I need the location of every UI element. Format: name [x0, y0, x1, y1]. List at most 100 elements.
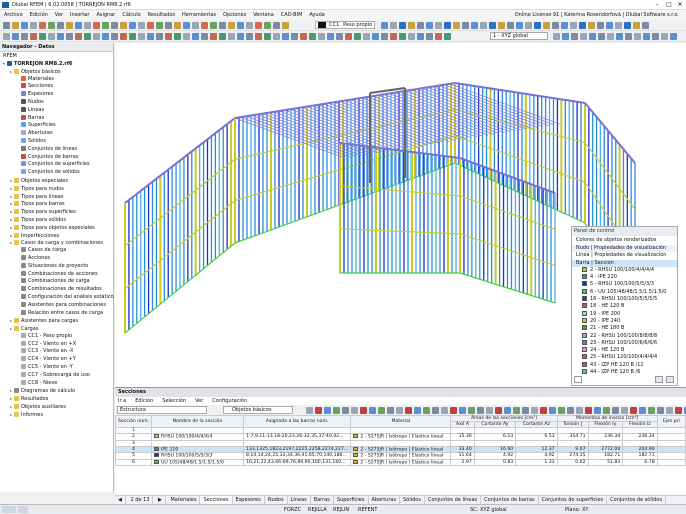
toolbar-button-icon[interactable]	[75, 33, 82, 40]
tree-item[interactable]: Acciones	[0, 254, 114, 263]
toolbar-button-icon[interactable]	[670, 33, 677, 40]
legend-entry[interactable]: 24 - HE 120 B	[572, 347, 677, 354]
toolbar-button-icon[interactable]	[507, 22, 514, 29]
toolbar-button-icon[interactable]	[351, 407, 358, 414]
toolbar-button-icon[interactable]	[588, 22, 595, 29]
toolbar-button-icon[interactable]	[327, 33, 334, 40]
toolbar-button-icon[interactable]	[111, 33, 118, 40]
toolbar-button-icon[interactable]	[504, 407, 511, 414]
tab-item[interactable]: Líneas	[288, 496, 311, 504]
toolbar-button-icon[interactable]	[441, 407, 448, 414]
tree-item[interactable]: Casos de carga	[0, 247, 114, 255]
toolbar-button-icon[interactable]	[306, 407, 313, 414]
minimize-button[interactable]: –	[652, 1, 662, 9]
tree-item[interactable]: ▸ Tipos para líneas	[0, 193, 114, 201]
tree-item[interactable]: Barras	[0, 114, 114, 123]
toolbar-button-icon[interactable]	[192, 33, 199, 40]
legend-entry[interactable]: 2 - RHSU 100/100/4/4/4/4	[572, 266, 677, 274]
toolbar-button-icon[interactable]	[264, 33, 271, 40]
tree-item[interactable]: ▸ Tipos para superficies	[0, 208, 114, 216]
menu-ir-a[interactable]: Ir a	[115, 397, 126, 405]
toolbar-button-icon[interactable]	[165, 33, 172, 40]
menu-ayuda[interactable]: Ayuda	[309, 10, 324, 20]
toolbar-button-icon[interactable]	[589, 33, 596, 40]
tree-item[interactable]: CC5 - Viento en -Y	[0, 364, 114, 372]
toolbar-button-icon[interactable]	[30, 22, 37, 29]
toolbar-button-icon[interactable]	[661, 33, 668, 40]
toolbar-button-icon[interactable]	[579, 22, 586, 29]
legend-entry[interactable]: 20 - IPE 240	[572, 317, 677, 325]
toolbar-button-icon[interactable]	[147, 22, 154, 29]
toolbar-button-icon[interactable]	[657, 407, 664, 414]
structure-filter[interactable]: Estructura	[117, 406, 207, 414]
toolbar-button-icon[interactable]	[273, 33, 280, 40]
toolbar-button-icon[interactable]	[462, 22, 469, 29]
toolbar-button-icon[interactable]	[300, 33, 307, 40]
maximize-button[interactable]: □	[664, 1, 674, 9]
toolbar-button-icon[interactable]	[450, 407, 457, 414]
tree-item[interactable]: Sólidos	[0, 137, 114, 146]
legend-entry[interactable]: 18 - HE 120 B	[572, 303, 677, 310]
toolbar-button-icon[interactable]	[309, 33, 316, 40]
toolbar-button-icon[interactable]	[48, 33, 55, 40]
tree-item[interactable]: Secciones	[0, 83, 114, 91]
tree-item[interactable]: ▸ Diagramas de cálculo	[0, 387, 114, 395]
menu-ver[interactable]: Ver	[55, 10, 63, 20]
tree-item[interactable]: CC7 - Sobrecarga de uso	[0, 371, 114, 380]
toolbar-button-icon[interactable]	[477, 407, 484, 414]
toolbar-button-icon[interactable]	[66, 22, 73, 29]
toolbar-button-icon[interactable]	[210, 33, 217, 40]
toolbar-button-icon[interactable]	[387, 407, 394, 414]
cell-iz[interactable]: 6.78	[622, 458, 658, 466]
tab-item[interactable]: Conjuntos de barras	[481, 496, 539, 504]
toolbar-button-icon[interactable]	[336, 33, 343, 40]
toolbar-button-icon[interactable]	[255, 22, 262, 29]
display-option-member[interactable]: Barra | Sección	[572, 259, 677, 267]
toolbar-button-icon[interactable]	[459, 407, 466, 414]
menu-insertar[interactable]: Insertar	[70, 10, 89, 20]
toolbar-button-icon[interactable]	[39, 22, 46, 29]
tree-item[interactable]: CC3 - Viento en -X	[0, 348, 114, 356]
toolbar-button-icon[interactable]	[102, 33, 109, 40]
tab-item[interactable]: Conjuntos de superficies	[539, 496, 608, 504]
toolbar-button-icon[interactable]	[255, 33, 262, 40]
toolbar-button-icon[interactable]	[652, 33, 659, 40]
settings-icon[interactable]	[655, 376, 663, 383]
toolbar-button-icon[interactable]	[381, 33, 388, 40]
toolbar-button-icon[interactable]	[174, 33, 181, 40]
toolbar-button-icon[interactable]	[138, 22, 145, 29]
toolbar-button-icon[interactable]	[120, 33, 127, 40]
tree-item[interactable]: CC8 - Nieve	[0, 379, 114, 388]
tree-item[interactable]: Materiales	[0, 75, 114, 84]
tab-item[interactable]: Materiales	[167, 496, 201, 504]
toolbar-button-icon[interactable]	[571, 33, 578, 40]
toolbar-button-icon[interactable]	[489, 22, 496, 29]
tree-item[interactable]: Combinaciones de carga	[0, 278, 114, 286]
display-option-line[interactable]: Línea | Propiedades de visualización	[572, 252, 677, 259]
tree-item[interactable]: ▸ Tipos para objetos especiales	[0, 224, 114, 232]
tree-item[interactable]: CC4 - Viento en +Y	[0, 356, 114, 364]
toolbar-button-icon[interactable]	[580, 33, 587, 40]
toolbar-button-icon[interactable]	[246, 22, 253, 29]
toolbar-button-icon[interactable]	[423, 407, 430, 414]
toolbar-button-icon[interactable]	[360, 407, 367, 414]
toolbar-button-icon[interactable]	[639, 407, 646, 414]
col-section-name[interactable]: Nombre de la sección	[151, 415, 245, 428]
tree-item[interactable]: Combinaciones de resultados	[0, 286, 114, 294]
toolbar-button-icon[interactable]	[21, 22, 28, 29]
toolbar-button-icon[interactable]	[48, 22, 55, 29]
cell-az[interactable]: 1.33	[515, 458, 558, 466]
toolbar-button-icon[interactable]	[192, 22, 199, 29]
cell-members[interactable]: 16,21,22,43,66-69,76,89,90,100,131,160..…	[243, 458, 352, 466]
toolbar-button-icon[interactable]	[84, 33, 91, 40]
toolbar-button-icon[interactable]	[453, 22, 460, 29]
menu-resultados[interactable]: Resultados	[148, 10, 175, 20]
toolbar-button-icon[interactable]	[540, 407, 547, 414]
toolbar-button-icon[interactable]	[426, 22, 433, 29]
toolbar-button-icon[interactable]	[643, 33, 650, 40]
toolbar-button-icon[interactable]	[12, 33, 19, 40]
list-view-icon[interactable]	[574, 376, 582, 383]
toolbar-button-icon[interactable]	[607, 33, 614, 40]
toolbar-button-icon[interactable]	[495, 407, 502, 414]
toolbar-button-icon[interactable]	[625, 33, 632, 40]
